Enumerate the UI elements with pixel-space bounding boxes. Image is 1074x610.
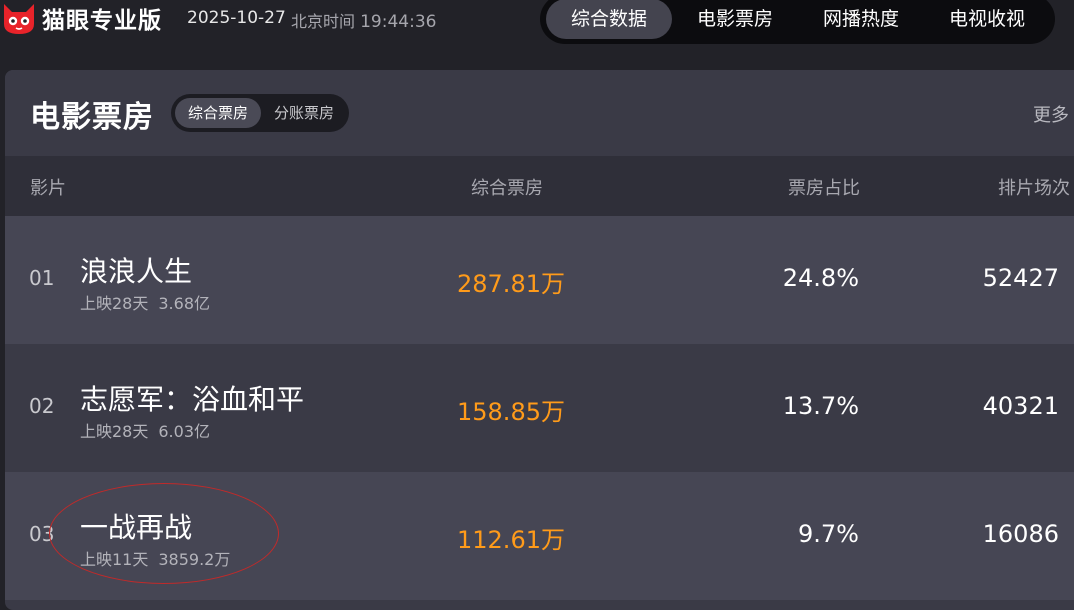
show-count: 40321 [982, 392, 1059, 420]
movie-name[interactable]: 一战再战 [80, 506, 192, 546]
show-count: 52427 [982, 264, 1059, 292]
show-count: 16086 [982, 520, 1059, 548]
cumulative-boxoffice: 3859.2万 [158, 550, 231, 569]
column-header-shows[interactable]: 排片场次 [998, 174, 1070, 200]
column-header-ratio[interactable]: 票房占比 [788, 174, 860, 200]
time-label: 北京时间 [291, 12, 356, 31]
more-link[interactable]: 更多 [1033, 101, 1069, 127]
rank: 02 [29, 394, 55, 418]
boxoffice-type-toggle: 综合票房 分账票房 [171, 94, 349, 132]
current-date: 2025-10-27 [187, 8, 286, 28]
cumulative-boxoffice: 3.68亿 [158, 294, 211, 313]
app-name: 猫眼专业版 [42, 8, 162, 34]
release-days: 上映28天 [80, 422, 149, 441]
tab-overview[interactable]: 综合数据 [546, 0, 672, 39]
maoyan-cat-icon [0, 0, 38, 36]
table-header: 影片 综合票房 票房占比 排片场次 [5, 156, 1074, 216]
segment-split-boxoffice[interactable]: 分账票房 [261, 98, 347, 128]
segment-total-boxoffice[interactable]: 综合票房 [175, 98, 261, 128]
boxoffice-ratio: 9.7% [798, 520, 859, 548]
column-header-movie: 影片 [30, 178, 66, 199]
tab-web-heat[interactable]: 网播热度 [798, 0, 924, 39]
boxoffice-panel: 电影票房 综合票房 分账票房 更多 影片 综合票房 票房占比 排片场次 01 浪… [5, 70, 1074, 610]
app-logo[interactable]: 猫眼专业版 [0, 0, 162, 36]
table-row[interactable]: 03 一战再战 上映11天 3859.2万 112.61万 9.7% 16086 [5, 472, 1074, 600]
panel-header: 电影票房 综合票房 分账票房 更多 [5, 70, 1074, 156]
movie-name[interactable]: 浪浪人生 [80, 250, 192, 290]
column-header-boxoffice[interactable]: 综合票房 [471, 174, 543, 200]
cumulative-boxoffice: 6.03亿 [158, 422, 211, 441]
release-days: 上映11天 [80, 550, 149, 569]
boxoffice-value: 287.81万 [457, 270, 565, 298]
movie-meta: 上映28天 6.03亿 [80, 418, 210, 442]
tab-movie-boxoffice[interactable]: 电影票房 [672, 0, 798, 39]
panel-title: 电影票房 [30, 100, 154, 135]
boxoffice-ratio: 13.7% [782, 392, 859, 420]
movie-meta: 上映11天 3859.2万 [80, 546, 230, 570]
release-days: 上映28天 [80, 294, 149, 313]
rank: 01 [29, 266, 55, 290]
table-row[interactable]: 01 浪浪人生 上映28天 3.68亿 287.81万 24.8% 52427 [5, 216, 1074, 344]
rank: 03 [29, 522, 55, 546]
top-bar: 猫眼专业版 2025-10-27 北京时间 19:44:36 综合数据 电影票房… [0, 0, 1074, 52]
tab-tv-ratings[interactable]: 电视收视 [924, 0, 1050, 39]
boxoffice-value: 158.85万 [457, 398, 565, 426]
beijing-time: 北京时间 19:44:36 [291, 8, 436, 32]
time-value: 19:44:36 [360, 12, 437, 32]
boxoffice-ratio: 24.8% [782, 264, 859, 292]
boxoffice-value: 112.61万 [457, 526, 565, 554]
movie-meta: 上映28天 3.68亿 [80, 290, 210, 314]
movie-name[interactable]: 志愿军：浴血和平 [80, 378, 304, 418]
main-tabs: 综合数据 电影票房 网播热度 电视收视 [540, 0, 1055, 44]
table-row[interactable]: 02 志愿军：浴血和平 上映28天 6.03亿 158.85万 13.7% 403… [5, 344, 1074, 472]
